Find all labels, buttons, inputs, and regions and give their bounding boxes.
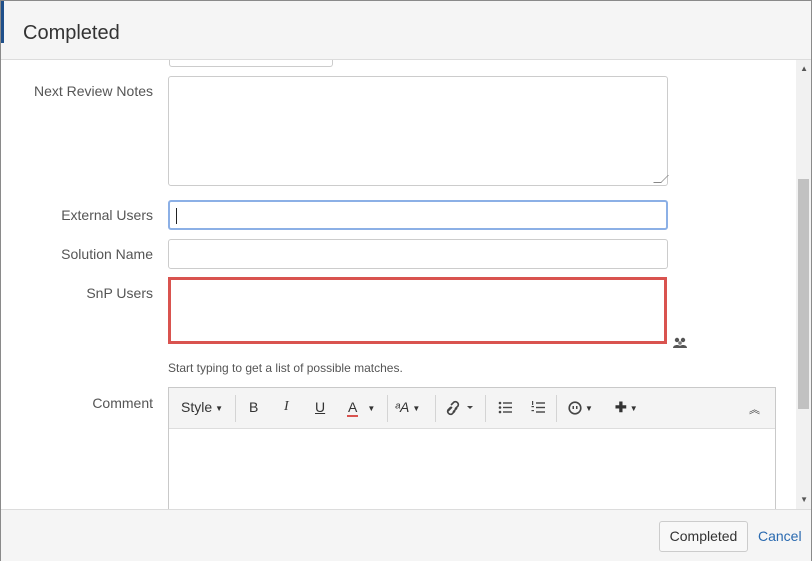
- next-review-notes-textarea[interactable]: [168, 76, 669, 186]
- toolbar-divider: [235, 395, 236, 422]
- font-size-button[interactable]: ᵃA ▼: [395, 399, 420, 415]
- toolbar-divider: [387, 395, 388, 422]
- dialog-footer: Completed Cancel: [1, 509, 811, 561]
- chevron-down-icon: ▼: [585, 403, 593, 413]
- italic-button[interactable]: I: [284, 399, 289, 415]
- snp-users-input[interactable]: [168, 277, 667, 344]
- bullet-list-icon[interactable]: [498, 401, 512, 414]
- next-review-notes-label: Next Review Notes: [33, 83, 153, 99]
- people-picker-icon[interactable]: [672, 337, 688, 349]
- insert-button[interactable]: ✚ ▼: [615, 399, 638, 416]
- collapse-icon: ︽: [749, 404, 760, 416]
- chevron-down-icon: ▼: [629, 403, 638, 413]
- chevron-down-icon: ▼: [215, 403, 224, 413]
- resize-handle[interactable]: [653, 175, 669, 183]
- comment-editor[interactable]: Style ▼ B I U A ▼ ᵃA ▼ ▼ ✚ ▼ ︽: [168, 387, 776, 517]
- toolbar-divider: [485, 395, 486, 422]
- chevron-down-icon: ▼: [412, 403, 421, 413]
- snp-users-hint: Start typing to get a list of possible m…: [168, 361, 403, 375]
- dialog-header: Completed: [1, 1, 811, 60]
- external-users-label: External Users: [61, 207, 153, 223]
- cancel-link[interactable]: Cancel: [758, 528, 802, 544]
- scrollbar-thumb[interactable]: [798, 179, 809, 409]
- style-label: Style: [181, 399, 213, 415]
- font-color-label: A: [347, 399, 359, 417]
- snp-users-label: SnP Users: [86, 285, 153, 301]
- previous-field-stub[interactable]: [169, 60, 333, 67]
- collapse-toolbar-button[interactable]: ︽: [749, 401, 760, 417]
- style-dropdown[interactable]: Style ▼: [181, 399, 223, 415]
- comment-label: Comment: [92, 395, 153, 411]
- dialog-title: Completed: [23, 22, 120, 44]
- solution-name-label: Solution Name: [61, 246, 153, 262]
- bold-button[interactable]: B: [249, 399, 258, 415]
- numbered-list-icon[interactable]: [531, 401, 545, 414]
- font-size-label: ᵃA: [395, 399, 410, 415]
- toolbar-divider: [556, 395, 557, 422]
- emoji-icon: [568, 401, 582, 415]
- scroll-up-icon[interactable]: ▲: [800, 64, 808, 73]
- text-caret: [176, 208, 177, 224]
- editor-toolbar: Style ▼ B I U A ▼ ᵃA ▼ ▼ ✚ ▼ ︽: [169, 388, 775, 429]
- chevron-down-icon: ▼: [367, 403, 376, 413]
- toolbar-divider: [435, 395, 436, 422]
- external-users-input[interactable]: [168, 200, 668, 230]
- solution-name-input[interactable]: [168, 239, 668, 269]
- completed-button[interactable]: Completed: [659, 521, 748, 552]
- plus-icon: ✚: [615, 399, 627, 415]
- link-icon[interactable]: [445, 400, 475, 416]
- header-accent: [1, 1, 4, 43]
- font-color-button[interactable]: A ▼: [347, 399, 376, 417]
- completed-dialog: Completed Next Review Notes External Use…: [0, 0, 812, 561]
- emoji-button[interactable]: ▼: [568, 399, 593, 415]
- scroll-down-icon[interactable]: ▼: [800, 495, 808, 504]
- underline-button[interactable]: U: [315, 399, 325, 415]
